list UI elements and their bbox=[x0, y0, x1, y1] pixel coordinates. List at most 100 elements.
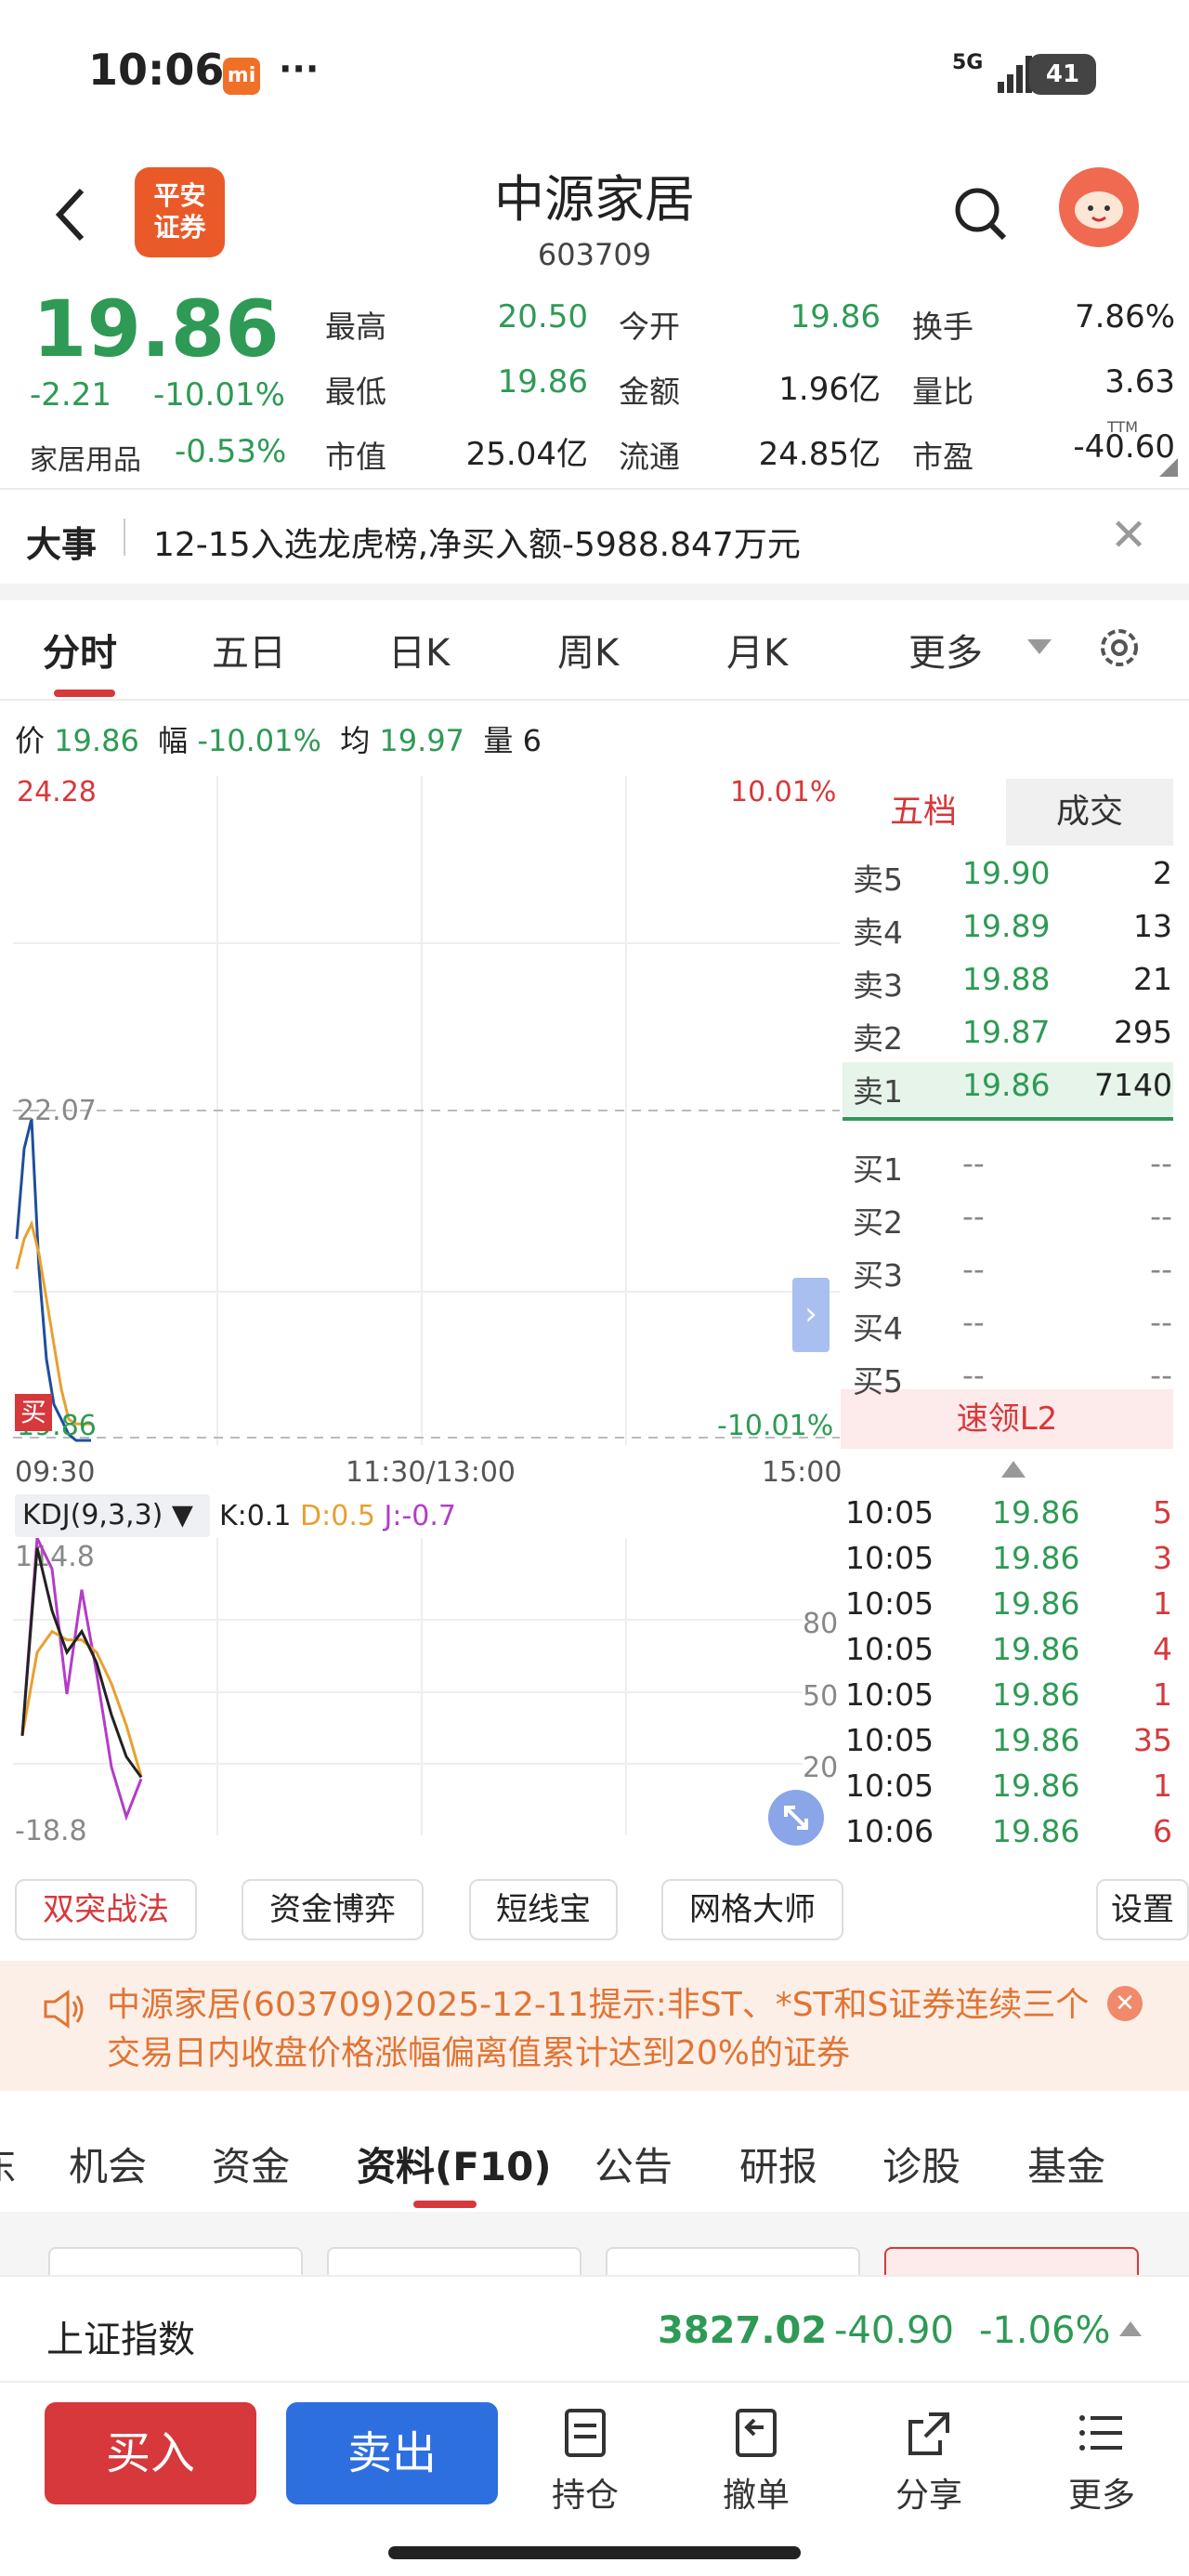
chip-settings[interactable]: 设置 bbox=[1096, 1879, 1189, 1940]
quote-value: 3.63 bbox=[1104, 363, 1175, 401]
quote-label: 最高 bbox=[325, 309, 386, 345]
holdings-button[interactable]: 持仓 bbox=[539, 2407, 632, 2517]
f10-tab[interactable]: 公告 bbox=[594, 2136, 673, 2192]
news-text[interactable]: 12-15入选龙虎榜,净买入额-5988.847万元 bbox=[153, 518, 801, 566]
intraday-chart[interactable] bbox=[13, 776, 840, 1450]
ob-volume: 2 bbox=[1153, 855, 1172, 891]
trade-price: 19.86 bbox=[992, 1813, 1080, 1849]
quote-value: 24.85亿 bbox=[758, 436, 881, 473]
f10-tab[interactable]: 资金 bbox=[212, 2136, 290, 2192]
home-indicator[interactable] bbox=[388, 2546, 801, 2559]
assistant-avatar[interactable] bbox=[1059, 167, 1139, 247]
divider bbox=[0, 699, 1189, 701]
time-mid: 11:30/13:00 bbox=[346, 1456, 516, 1489]
quote-label: 市值 bbox=[325, 439, 386, 475]
y-max-label: 24.28 bbox=[17, 776, 97, 808]
quote-label: 流通 bbox=[619, 439, 680, 475]
kdj-chart[interactable] bbox=[13, 1538, 840, 1835]
more-button[interactable]: 更多 bbox=[1055, 2407, 1148, 2517]
ob-price: -- bbox=[962, 1304, 985, 1340]
card-placeholder bbox=[48, 2247, 303, 2277]
active-tab-indicator bbox=[413, 2201, 477, 2208]
more-dots-icon: ··· bbox=[279, 48, 320, 89]
kdj-values: K:0.1 D:0.5 J:-0.7 bbox=[219, 1500, 457, 1532]
expand-arrow-icon[interactable]: › bbox=[792, 1278, 830, 1352]
chip-grid-master[interactable]: 网格大师 bbox=[661, 1879, 843, 1940]
ob-volume: 295 bbox=[1114, 1014, 1172, 1050]
index-change: -40.90 bbox=[834, 2309, 954, 2352]
gear-icon[interactable] bbox=[1096, 624, 1143, 671]
sell-button[interactable]: 卖出 bbox=[286, 2402, 498, 2504]
tab-more[interactable]: 更多 bbox=[908, 623, 983, 677]
trade-time: 10:05 bbox=[845, 1585, 934, 1622]
ob-price: 19.87 bbox=[962, 1014, 1051, 1050]
close-icon[interactable]: ✕ bbox=[1110, 509, 1147, 561]
time-start: 09:30 bbox=[15, 1456, 96, 1489]
trade-price: 19.86 bbox=[992, 1631, 1080, 1667]
share-button[interactable]: 分享 bbox=[882, 2407, 975, 2517]
scroll-up-icon[interactable] bbox=[1001, 1461, 1026, 1479]
trade-time: 10:05 bbox=[845, 1494, 934, 1531]
chevron-down-icon[interactable] bbox=[1027, 639, 1052, 656]
undo-icon bbox=[736, 2409, 777, 2457]
tab-trades[interactable]: 成交 bbox=[1006, 779, 1173, 846]
f10-tab[interactable]: 东 bbox=[0, 2136, 17, 2192]
f10-tab[interactable]: 资料(F10) bbox=[357, 2136, 552, 2192]
document-icon bbox=[565, 2409, 606, 2457]
divider bbox=[124, 519, 125, 556]
trade-time: 10:05 bbox=[845, 1540, 934, 1576]
sector-name[interactable]: 家居用品 bbox=[30, 437, 141, 478]
battery-icon: 41 bbox=[1029, 54, 1096, 95]
close-icon[interactable]: ✕ bbox=[1107, 1986, 1143, 2021]
card-placeholder bbox=[606, 2247, 860, 2277]
chevron-up-icon[interactable] bbox=[1119, 2321, 1142, 2338]
buy-button[interactable]: 买入 bbox=[45, 2402, 256, 2504]
quote-value: 1.96亿 bbox=[778, 371, 881, 408]
indicator-selector[interactable]: KDJ(9,3,3) ▼ bbox=[15, 1494, 210, 1537]
stock-name: 中源家居 bbox=[494, 170, 695, 229]
chip-fund-battle[interactable]: 资金博弈 bbox=[242, 1879, 424, 1940]
ob-volume: 7140 bbox=[1094, 1067, 1172, 1103]
ob-level-label: 卖5 bbox=[853, 861, 903, 898]
trade-price: 19.86 bbox=[992, 1540, 1080, 1576]
menu-icon bbox=[1079, 2415, 1122, 2451]
ob-level-label: 卖1 bbox=[853, 1073, 903, 1110]
j-line bbox=[20, 1538, 143, 1821]
quote-value: 7.86% bbox=[1074, 298, 1175, 335]
f10-tab[interactable]: 基金 bbox=[1027, 2136, 1105, 2192]
f10-tab[interactable]: 研报 bbox=[739, 2136, 817, 2192]
ob-price: 19.89 bbox=[962, 908, 1051, 944]
quote-value: -40.60 bbox=[1073, 428, 1175, 466]
tab-5day[interactable]: 五日 bbox=[212, 623, 286, 677]
news-tag: 大事 bbox=[26, 524, 98, 565]
chip-short-line[interactable]: 短线宝 bbox=[469, 1879, 618, 1940]
trade-volume: 1 bbox=[1153, 1676, 1172, 1713]
ob-volume: 21 bbox=[1133, 961, 1172, 997]
f10-tab[interactable]: 机会 bbox=[69, 2136, 147, 2192]
ob-price: 19.88 bbox=[962, 961, 1051, 997]
crosshair-info: 价 19.86 幅 -10.01% 均 19.97 量 6 bbox=[15, 723, 542, 758]
stock-code: 603709 bbox=[537, 237, 652, 272]
ob-level-label: 卖4 bbox=[853, 914, 903, 951]
tab-weekly-k[interactable]: 周K bbox=[557, 623, 619, 677]
buy-marker[interactable]: 买 bbox=[15, 1394, 52, 1431]
trade-time: 10:05 bbox=[845, 1722, 934, 1758]
search-icon[interactable] bbox=[952, 184, 1008, 243]
tab-daily-k[interactable]: 日K bbox=[388, 623, 450, 677]
trade-volume: 5 bbox=[1153, 1494, 1172, 1531]
card-placeholder bbox=[327, 2247, 581, 2277]
trade-volume: 3 bbox=[1153, 1540, 1172, 1576]
index-pct: -1.06% bbox=[979, 2309, 1111, 2352]
f10-tab[interactable]: 诊股 bbox=[882, 2136, 960, 2192]
tab-order-book[interactable]: 五档 bbox=[841, 779, 1006, 846]
last-price: 19.86 bbox=[33, 283, 280, 375]
quote-label: 最低 bbox=[325, 374, 386, 410]
trade-price: 19.86 bbox=[992, 1676, 1080, 1713]
cancel-order-button[interactable]: 撤单 bbox=[710, 2407, 803, 2517]
pct-min-label: -10.01% bbox=[717, 1410, 834, 1442]
chip-double-break[interactable]: 双突战法 bbox=[15, 1879, 197, 1940]
ob-level-label: 买2 bbox=[853, 1204, 903, 1241]
trade-time: 10:05 bbox=[845, 1631, 934, 1667]
tab-intraday[interactable]: 分时 bbox=[43, 623, 117, 677]
tab-monthly-k[interactable]: 月K bbox=[726, 623, 788, 677]
